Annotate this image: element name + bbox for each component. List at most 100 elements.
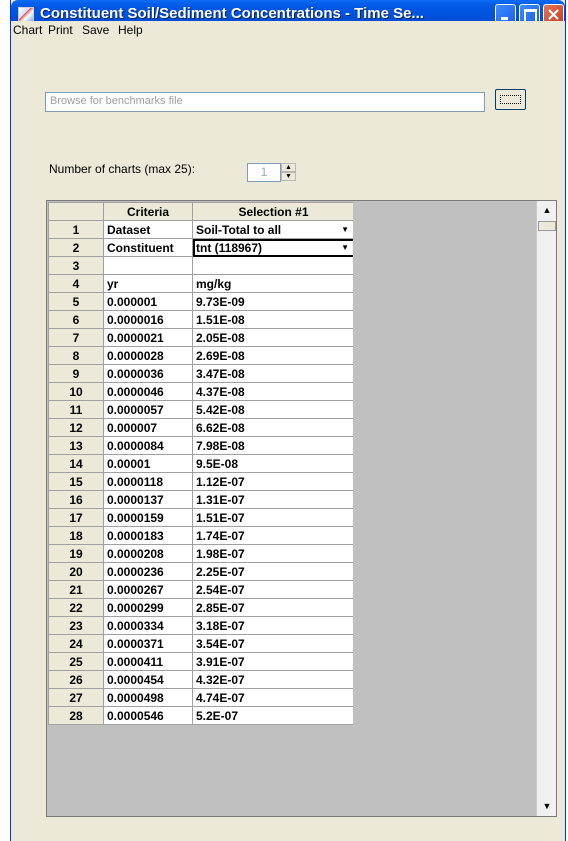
scroll-down-icon[interactable]: ▼ — [540, 799, 554, 813]
concentration-cell[interactable]: mg/kg — [192, 274, 355, 293]
concentration-cell[interactable]: 1.12E-07 — [192, 472, 355, 491]
concentration-cell[interactable]: 2.69E-08 — [192, 346, 355, 365]
year-cell[interactable]: 0.0000299 — [103, 598, 193, 617]
menu-help[interactable]: Help — [118, 23, 143, 37]
concentration-cell[interactable]: 4.74E-07 — [192, 688, 355, 707]
concentration-cell[interactable]: 1.51E-08 — [192, 310, 355, 329]
benchmarks-file-input[interactable]: Browse for benchmarks file — [45, 92, 485, 112]
constituent-dropdown[interactable]: tnt (118967) ▼ — [192, 238, 355, 257]
vertical-scrollbar[interactable]: ▲ ▼ — [536, 201, 556, 816]
ellipsis-icon — [500, 95, 521, 104]
table-row: 6 0.0000016 1.51E-08 — [48, 310, 355, 329]
number-of-charts-input[interactable]: 1 — [247, 163, 281, 182]
number-of-charts-spinner[interactable]: ▲ ▼ — [281, 163, 296, 182]
year-cell[interactable]: 0.0000334 — [103, 616, 193, 635]
row-number: 24 — [48, 634, 104, 653]
table-row: 21 0.0000267 2.54E-07 — [48, 580, 355, 599]
menu-chart[interactable]: Chart — [13, 23, 42, 37]
year-cell[interactable]: yr — [103, 274, 193, 293]
year-cell[interactable]: 0.0000118 — [103, 472, 193, 491]
concentration-cell[interactable]: 2.54E-07 — [192, 580, 355, 599]
year-cell[interactable]: 0.0000411 — [103, 652, 193, 671]
row-number: 3 — [48, 256, 104, 275]
year-cell[interactable]: 0.0000036 — [103, 364, 193, 383]
year-cell[interactable]: 0.0000016 — [103, 310, 193, 329]
concentration-cell[interactable]: 3.54E-07 — [192, 634, 355, 653]
year-cell[interactable]: 0.0000236 — [103, 562, 193, 581]
year-cell[interactable]: 0.0000057 — [103, 400, 193, 419]
row-number: 22 — [48, 598, 104, 617]
concentration-cell[interactable]: 3.47E-08 — [192, 364, 355, 383]
year-cell[interactable]: 0.0000208 — [103, 544, 193, 563]
concentration-cell[interactable]: 5.42E-08 — [192, 400, 355, 419]
year-cell[interactable]: 0.0000454 — [103, 670, 193, 689]
chevron-down-icon[interactable]: ▼ — [341, 225, 349, 234]
browse-button[interactable] — [495, 89, 526, 110]
year-cell[interactable]: 0.000001 — [103, 292, 193, 311]
concentration-cell[interactable] — [192, 256, 355, 275]
concentration-cell[interactable]: 1.74E-07 — [192, 526, 355, 545]
table-row: 4 yr mg/kg — [48, 274, 355, 293]
scroll-thumb[interactable] — [538, 221, 556, 231]
app-window: Constituent Soil/Sediment Concentrations… — [10, 0, 566, 841]
row-number: 2 — [48, 238, 104, 257]
number-of-charts-label: Number of charts (max 25): — [49, 162, 196, 176]
table-row: 24 0.0000371 3.54E-07 — [48, 634, 355, 653]
criteria-cell[interactable]: Constituent — [103, 238, 193, 257]
concentration-cell[interactable]: 7.98E-08 — [192, 436, 355, 455]
year-cell[interactable] — [103, 256, 193, 275]
chevron-down-icon[interactable]: ▼ — [341, 243, 349, 252]
grid-header-selection: Selection #1 — [192, 202, 355, 221]
year-cell[interactable]: 0.0000028 — [103, 346, 193, 365]
table-row: 20 0.0000236 2.25E-07 — [48, 562, 355, 581]
year-cell[interactable]: 0.0000137 — [103, 490, 193, 509]
table-row: 13 0.0000084 7.98E-08 — [48, 436, 355, 455]
concentration-cell[interactable]: 4.37E-08 — [192, 382, 355, 401]
menu-print[interactable]: Print — [48, 23, 73, 37]
window-title: Constituent Soil/Sediment Concentrations… — [40, 5, 424, 22]
row-number: 23 — [48, 616, 104, 635]
menu-save[interactable]: Save — [82, 23, 109, 37]
table-row: 14 0.00001 9.5E-08 — [48, 454, 355, 473]
concentration-cell[interactable]: 3.18E-07 — [192, 616, 355, 635]
table-row: 7 0.0000021 2.05E-08 — [48, 328, 355, 347]
year-cell[interactable]: 0.0000371 — [103, 634, 193, 653]
year-cell[interactable]: 0.0000498 — [103, 688, 193, 707]
table-row: 27 0.0000498 4.74E-07 — [48, 688, 355, 707]
concentration-cell[interactable]: 2.05E-08 — [192, 328, 355, 347]
spin-up-icon[interactable]: ▲ — [281, 163, 296, 172]
year-cell[interactable]: 0.0000046 — [103, 382, 193, 401]
table-row: 5 0.000001 9.73E-09 — [48, 292, 355, 311]
concentration-cell[interactable]: 1.31E-07 — [192, 490, 355, 509]
spin-down-icon[interactable]: ▼ — [281, 172, 296, 181]
year-cell[interactable]: 0.000007 — [103, 418, 193, 437]
concentration-cell[interactable]: 2.25E-07 — [192, 562, 355, 581]
table-row: 26 0.0000454 4.32E-07 — [48, 670, 355, 689]
year-cell[interactable]: 0.00001 — [103, 454, 193, 473]
criteria-cell[interactable]: Dataset — [103, 220, 193, 239]
concentration-cell[interactable]: 9.73E-09 — [192, 292, 355, 311]
concentration-cell[interactable]: 9.5E-08 — [192, 454, 355, 473]
concentration-cell[interactable]: 1.51E-07 — [192, 508, 355, 527]
concentration-cell[interactable]: 2.85E-07 — [192, 598, 355, 617]
concentration-cell[interactable]: 5.2E-07 — [192, 706, 355, 725]
concentration-cell[interactable]: 3.91E-07 — [192, 652, 355, 671]
concentration-cell[interactable]: 6.62E-08 — [192, 418, 355, 437]
table-row: 15 0.0000118 1.12E-07 — [48, 472, 355, 491]
year-cell[interactable]: 0.0000267 — [103, 580, 193, 599]
row-number: 12 — [48, 418, 104, 437]
concentration-cell[interactable]: 4.32E-07 — [192, 670, 355, 689]
year-cell[interactable]: 0.0000159 — [103, 508, 193, 527]
year-cell[interactable]: 0.0000546 — [103, 706, 193, 725]
row-number: 1 — [48, 220, 104, 239]
scroll-up-icon[interactable]: ▲ — [540, 203, 554, 217]
concentration-cell[interactable]: 1.98E-07 — [192, 544, 355, 563]
dataset-dropdown[interactable]: Soil-Total to all ▼ — [192, 220, 355, 239]
data-grid[interactable]: Criteria Selection #1 1 Dataset Soil-Tot… — [46, 200, 557, 817]
row-number: 10 — [48, 382, 104, 401]
row-number: 19 — [48, 544, 104, 563]
year-cell[interactable]: 0.0000021 — [103, 328, 193, 347]
year-cell[interactable]: 0.0000084 — [103, 436, 193, 455]
year-cell[interactable]: 0.0000183 — [103, 526, 193, 545]
row-number: 7 — [48, 328, 104, 347]
